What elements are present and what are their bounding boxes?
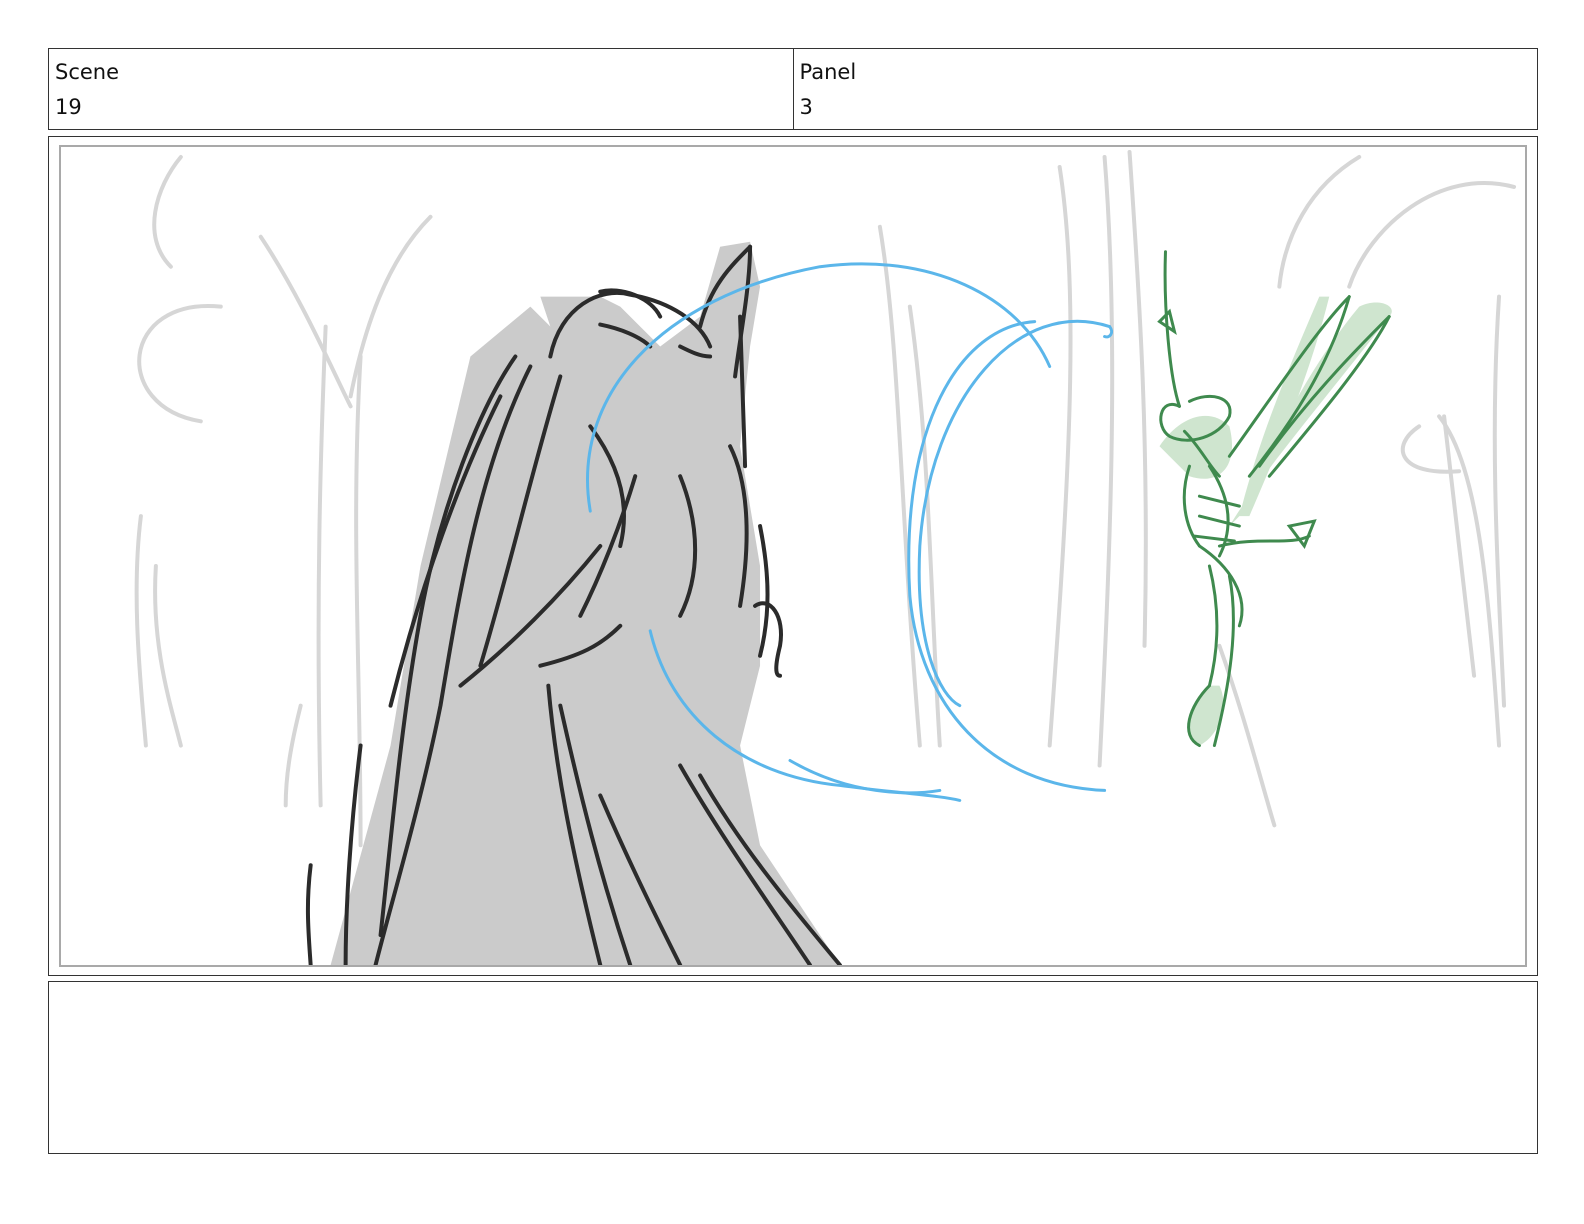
storyboard-sketch	[134, 149, 1517, 965]
drawing-frame	[48, 136, 1538, 976]
scene-cell: Scene 19	[49, 49, 793, 129]
notes-box	[48, 981, 1538, 1154]
storyboard-image	[59, 145, 1527, 967]
panel-header: Scene 19 Panel 3	[48, 48, 1538, 130]
background-trees	[134, 149, 1517, 848]
panel-label: Panel	[799, 60, 857, 84]
fairy-figure	[1157, 250, 1392, 748]
panel-number: 3	[799, 95, 813, 119]
scene-number: 19	[55, 95, 82, 119]
panel-cell: Panel 3	[792, 49, 1538, 129]
scene-label: Scene	[55, 60, 120, 84]
